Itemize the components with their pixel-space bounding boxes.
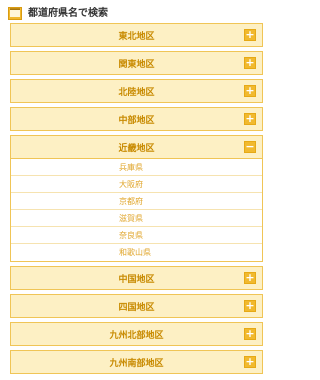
region-chubu[interactable]: 中部地区 + [10, 107, 263, 131]
region-label: 関東地区 [118, 59, 155, 70]
region-label: 中部地区 [118, 115, 155, 126]
prefecture-link-kyoto[interactable]: 京都府 [11, 193, 262, 210]
kinki-prefecture-list: 兵庫県 大阪府 京都府 滋賀県 奈良県 和歌山県 [10, 159, 263, 262]
region-kyushu-north[interactable]: 九州北部地区 + [10, 322, 263, 346]
region-chugoku[interactable]: 中国地区 + [10, 266, 263, 290]
region-hokuriku[interactable]: 北陸地区 + [10, 79, 263, 103]
region-label: 東北地区 [118, 31, 155, 42]
expand-plus-icon[interactable]: + [244, 300, 256, 312]
region-kyushu-south[interactable]: 九州南部地区 + [10, 350, 263, 374]
prefecture-link-nara[interactable]: 奈良県 [11, 227, 262, 244]
prefecture-link-wakayama[interactable]: 和歌山県 [11, 244, 262, 261]
region-label: 中国地区 [118, 274, 155, 285]
region-accordion: 東北地区 + 関東地区 + 北陸地区 + 中部地区 + 近畿地区 − 兵庫県 大… [10, 23, 263, 378]
expand-plus-icon[interactable]: + [244, 328, 256, 340]
prefecture-link-osaka[interactable]: 大阪府 [11, 176, 262, 193]
section-header: 都道府県名で検索 [8, 3, 265, 20]
region-label: 九州南部地区 [109, 358, 164, 369]
expand-plus-icon[interactable]: + [244, 57, 256, 69]
expand-plus-icon[interactable]: + [244, 29, 256, 41]
expand-plus-icon[interactable]: + [244, 85, 256, 97]
region-label: 九州北部地区 [109, 330, 164, 341]
prefecture-link-hyogo[interactable]: 兵庫県 [11, 159, 262, 176]
region-label: 北陸地区 [118, 87, 155, 98]
map-icon [8, 5, 22, 20]
expand-plus-icon[interactable]: + [244, 113, 256, 125]
expand-plus-icon[interactable]: + [244, 272, 256, 284]
region-label: 四国地区 [118, 302, 155, 313]
region-label: 近畿地区 [118, 143, 155, 154]
region-shikoku[interactable]: 四国地区 + [10, 294, 263, 318]
page-title: 都道府県名で検索 [28, 7, 108, 19]
region-tohoku[interactable]: 東北地区 + [10, 23, 263, 47]
region-kanto[interactable]: 関東地区 + [10, 51, 263, 75]
expand-plus-icon[interactable]: + [244, 356, 256, 368]
collapse-minus-icon[interactable]: − [244, 141, 256, 153]
prefecture-link-shiga[interactable]: 滋賀県 [11, 210, 262, 227]
region-kinki[interactable]: 近畿地区 − [10, 135, 263, 159]
